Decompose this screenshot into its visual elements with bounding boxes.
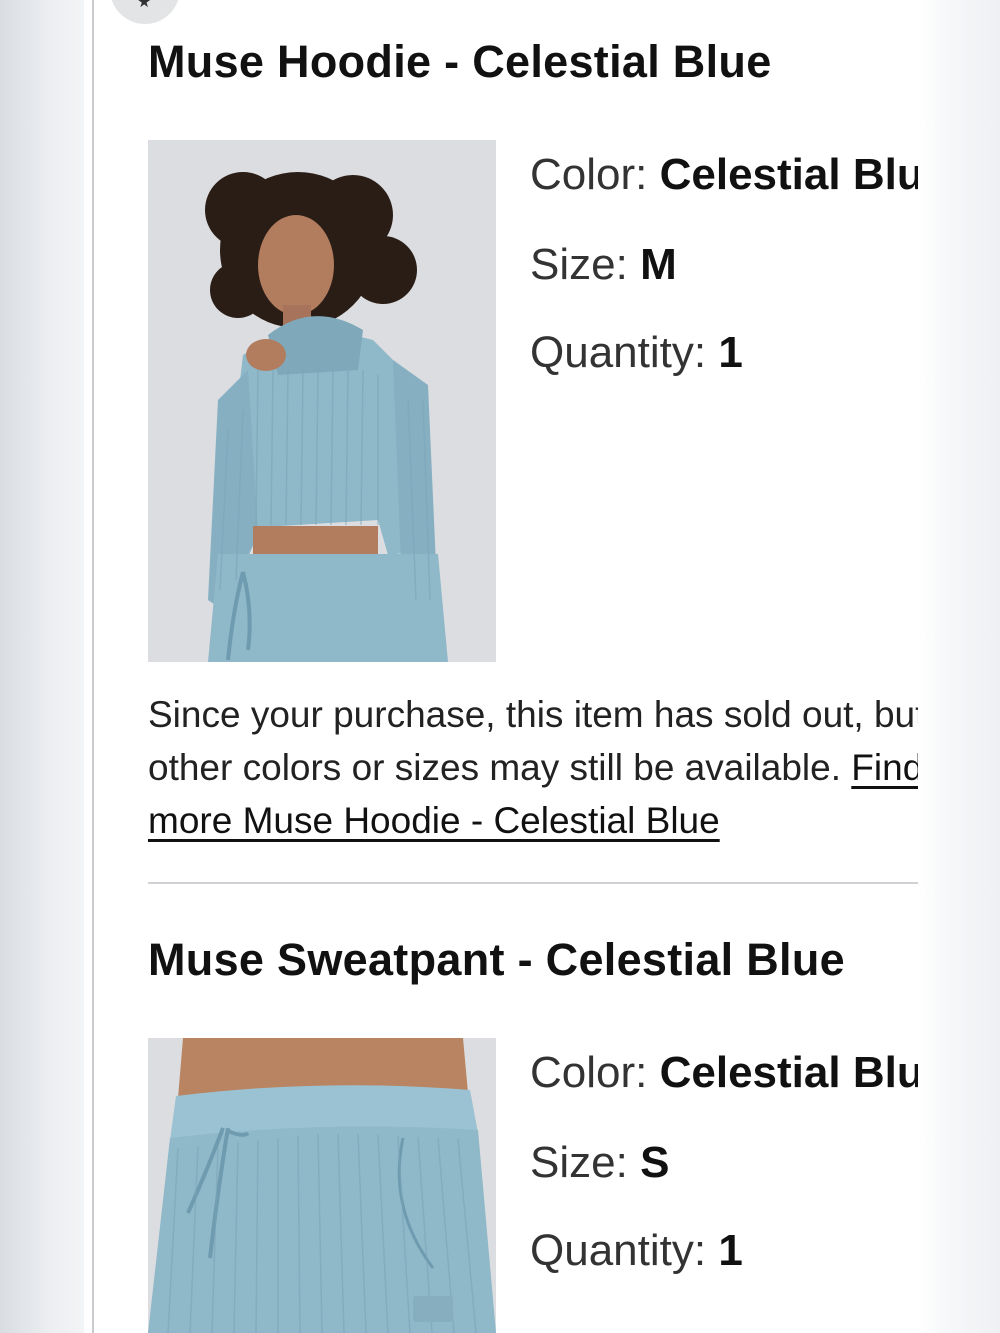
hoodie-photo [148,140,496,662]
sold-out-notice: Since your purchase, this item has sold … [148,688,918,847]
sweatpant-photo [148,1038,496,1333]
item-color: Color: Celestial Blue [530,150,918,200]
item-size: Size: M [530,240,677,290]
size-value: M [640,240,677,289]
item-title[interactable]: Muse Sweatpant - Celestial Blue [148,934,845,986]
sold-out-text: Since your purchase, this item has sold … [148,694,918,788]
quantity-label: Quantity: [530,1226,707,1275]
item-quantity: Quantity: 1 [530,1226,743,1276]
content-area: Muse Hoodie - Celestial Blue Color: Cele… [0,0,918,1333]
color-label: Color: [530,1048,648,1097]
size-label: Size: [530,240,628,289]
item-color: Color: Celestial Blue [530,1048,918,1098]
item-divider [148,882,918,884]
item-quantity: Quantity: 1 [530,328,743,378]
item-title[interactable]: Muse Hoodie - Celestial Blue [148,36,772,88]
color-value: Celestial Blue [659,150,918,199]
color-value: Celestial Blue [659,1048,918,1097]
product-image[interactable] [148,1038,496,1333]
size-value: S [640,1138,670,1187]
quantity-value: 1 [718,328,743,377]
color-label: Color: [530,150,648,199]
item-size: Size: S [530,1138,669,1188]
product-image[interactable] [148,140,496,662]
background-right [918,0,1000,1333]
quantity-value: 1 [718,1226,743,1275]
quantity-label: Quantity: [530,328,707,377]
size-label: Size: [530,1138,628,1187]
